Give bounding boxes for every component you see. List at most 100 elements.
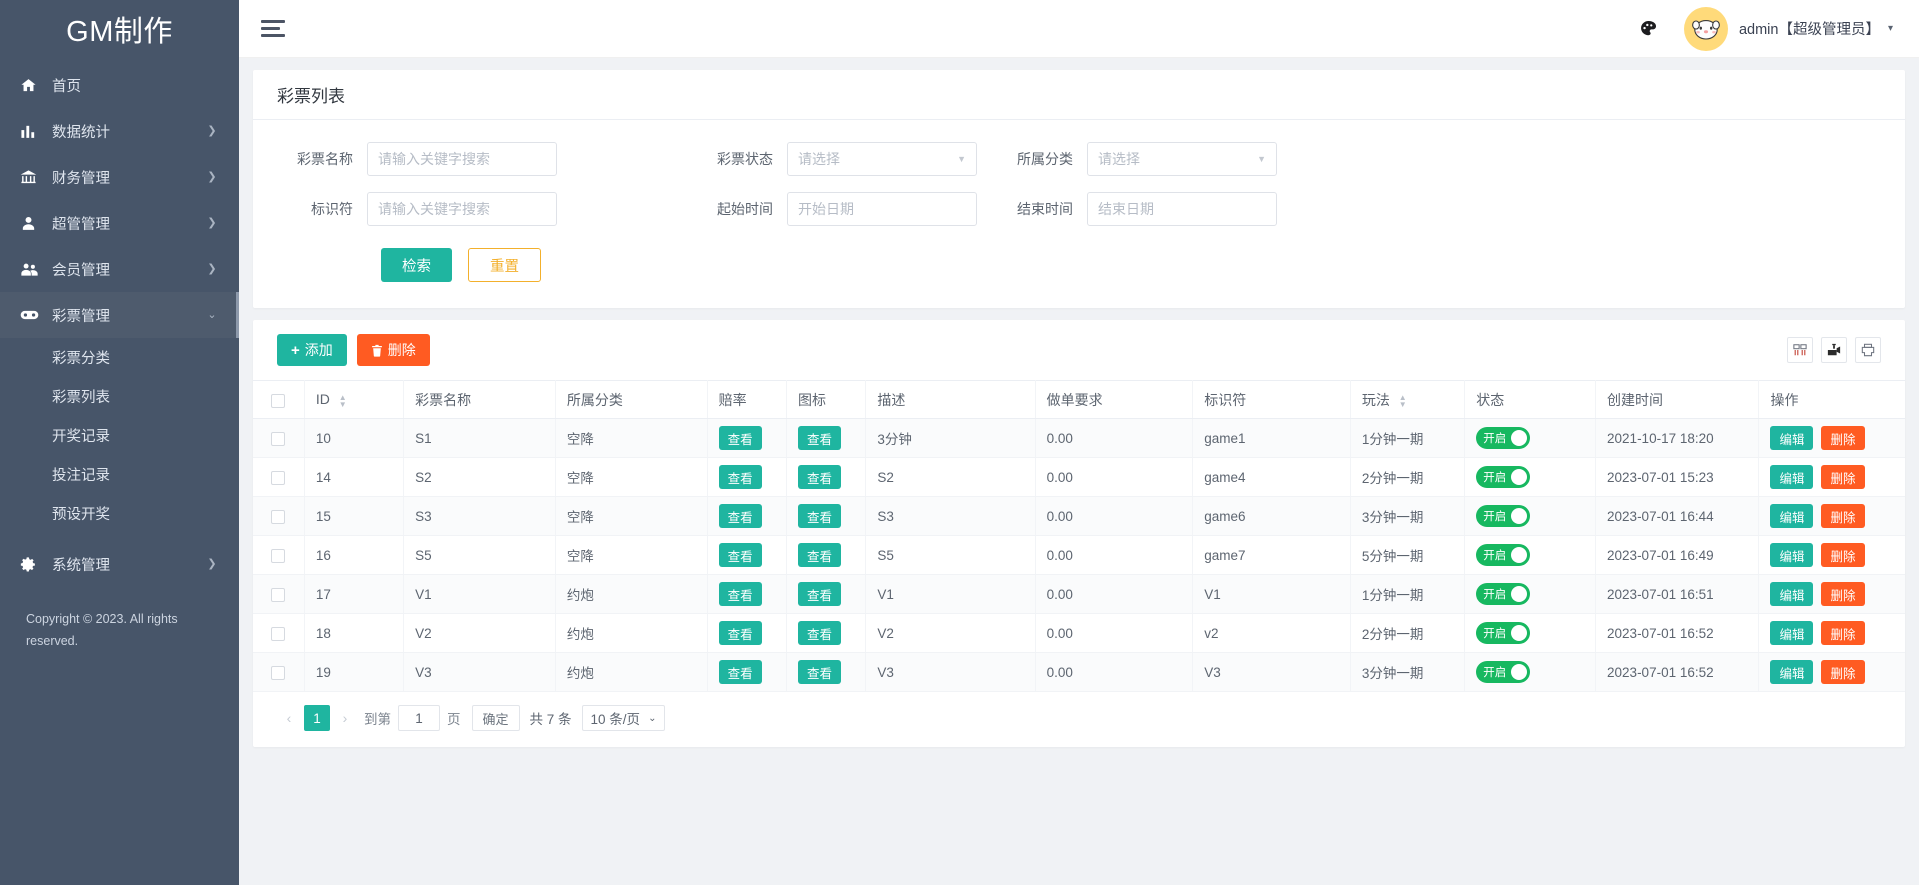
print-icon[interactable]: [1855, 337, 1881, 363]
edit-button[interactable]: 编辑: [1770, 465, 1813, 489]
status-toggle[interactable]: 开启: [1476, 505, 1530, 527]
export-icon[interactable]: [1821, 337, 1847, 363]
view-odds-button[interactable]: 查看: [719, 660, 762, 684]
status-toggle[interactable]: 开启: [1476, 466, 1530, 488]
page-number-1[interactable]: 1: [304, 705, 330, 731]
delete-button[interactable]: 删除: [1821, 465, 1864, 489]
sidebar-item-members[interactable]: 会员管理 ❯: [0, 246, 239, 292]
edit-button[interactable]: 编辑: [1770, 504, 1813, 528]
row-name: V2: [415, 626, 432, 641]
select-all-checkbox[interactable]: [271, 394, 285, 408]
add-button[interactable]: + 添加: [277, 334, 347, 366]
delete-button[interactable]: 删除: [1821, 660, 1864, 684]
prev-page-button[interactable]: ‹: [277, 706, 301, 730]
search-button[interactable]: 检索: [381, 248, 452, 282]
view-odds-button[interactable]: 查看: [719, 582, 762, 606]
field-label: 所属分类: [997, 149, 1087, 169]
lottery-status-select[interactable]: 请选择 ▼: [787, 142, 977, 176]
start-date-input[interactable]: [787, 192, 977, 226]
brand-logo[interactable]: GM制作: [0, 0, 239, 58]
identifier-input[interactable]: [367, 192, 557, 226]
reset-button[interactable]: 重置: [468, 248, 541, 282]
delete-button[interactable]: 删除: [1821, 582, 1864, 606]
category-select[interactable]: 请选择 ▼: [1087, 142, 1277, 176]
cell-created: 2023-07-01 16:52: [1596, 614, 1759, 653]
row-checkbox[interactable]: [271, 627, 285, 641]
col-play[interactable]: 玩法 ▲▼: [1350, 381, 1464, 419]
sidebar-item-statistics[interactable]: 数据统计 ❯: [0, 108, 239, 154]
view-odds-button[interactable]: 查看: [719, 426, 762, 450]
sidebar-item-lottery[interactable]: 彩票管理 ⌄: [0, 292, 239, 338]
edit-button[interactable]: 编辑: [1770, 582, 1813, 606]
table-row[interactable]: 18V2约炮查看查看V20.00v22分钟一期开启2023-07-01 16:5…: [253, 614, 1905, 653]
cell-identifier: game1: [1193, 419, 1351, 458]
sidebar-subitem-preset-draw[interactable]: 预设开奖: [0, 494, 239, 533]
cell-operations: 编辑删除: [1759, 575, 1905, 614]
view-icon-button[interactable]: 查看: [798, 426, 841, 450]
row-requirement: 0.00: [1047, 626, 1073, 641]
sort-icon[interactable]: ▲▼: [1399, 394, 1407, 408]
lottery-name-input[interactable]: [367, 142, 557, 176]
status-toggle[interactable]: 开启: [1476, 544, 1530, 566]
sidebar-subitem-lottery-list[interactable]: 彩票列表: [0, 377, 239, 416]
sidebar-item-system[interactable]: 系统管理 ❯: [0, 541, 239, 587]
status-toggle[interactable]: 开启: [1476, 661, 1530, 683]
sidebar-subitem-draw-records[interactable]: 开奖记录: [0, 416, 239, 455]
next-page-button[interactable]: ›: [333, 706, 357, 730]
user-menu[interactable]: admin【超级管理员】 ▾: [1684, 7, 1893, 51]
view-icon-button[interactable]: 查看: [798, 504, 841, 528]
row-checkbox[interactable]: [271, 471, 285, 485]
edit-button[interactable]: 编辑: [1770, 660, 1813, 684]
edit-button[interactable]: 编辑: [1770, 621, 1813, 645]
row-checkbox[interactable]: [271, 432, 285, 446]
page-size-select[interactable]: 10 条/页 ⌄: [582, 705, 666, 731]
status-toggle-knob: [1511, 508, 1527, 524]
end-date-input[interactable]: [1087, 192, 1277, 226]
cell-id: 18: [304, 614, 403, 653]
view-odds-button[interactable]: 查看: [719, 504, 762, 528]
view-icon-button[interactable]: 查看: [798, 582, 841, 606]
delete-button[interactable]: 删除: [1821, 426, 1864, 450]
view-odds-button[interactable]: 查看: [719, 465, 762, 489]
view-icon-button[interactable]: 查看: [798, 660, 841, 684]
view-icon-button[interactable]: 查看: [798, 465, 841, 489]
batch-delete-button[interactable]: 删除: [357, 334, 430, 366]
status-toggle[interactable]: 开启: [1476, 622, 1530, 644]
row-checkbox[interactable]: [271, 588, 285, 602]
edit-button[interactable]: 编辑: [1770, 426, 1813, 450]
edit-button[interactable]: 编辑: [1770, 543, 1813, 567]
row-checkbox[interactable]: [271, 549, 285, 563]
sidebar-subitem-bet-records[interactable]: 投注记录: [0, 455, 239, 494]
goto-page-input[interactable]: [398, 705, 440, 731]
sort-icon[interactable]: ▲▼: [339, 394, 347, 408]
table-row[interactable]: 17V1约炮查看查看V10.00V11分钟一期开启2023-07-01 16:5…: [253, 575, 1905, 614]
view-odds-button[interactable]: 查看: [719, 621, 762, 645]
view-icon-button[interactable]: 查看: [798, 621, 841, 645]
status-toggle[interactable]: 开启: [1476, 583, 1530, 605]
sidebar-subitem-lottery-category[interactable]: 彩票分类: [0, 338, 239, 377]
view-odds-button[interactable]: 查看: [719, 543, 762, 567]
table-row[interactable]: 14S2空降查看查看S20.00game42分钟一期开启2023-07-01 1…: [253, 458, 1905, 497]
user-icon: [20, 215, 46, 232]
row-checkbox[interactable]: [271, 510, 285, 524]
col-id[interactable]: ID ▲▼: [304, 381, 403, 419]
table-row[interactable]: 10S1空降查看查看3分钟0.00game11分钟一期开启2021-10-17 …: [253, 419, 1905, 458]
row-checkbox[interactable]: [271, 666, 285, 680]
delete-button[interactable]: 删除: [1821, 504, 1864, 528]
table-row[interactable]: 19V3约炮查看查看V30.00V33分钟一期开启2023-07-01 16:5…: [253, 653, 1905, 692]
sidebar-item-admin[interactable]: 超管管理 ❯: [0, 200, 239, 246]
hamburger-icon[interactable]: [259, 12, 289, 45]
delete-button[interactable]: 删除: [1821, 543, 1864, 567]
status-toggle[interactable]: 开启: [1476, 427, 1530, 449]
sidebar-item-home[interactable]: 首页: [0, 62, 239, 108]
view-icon-button[interactable]: 查看: [798, 543, 841, 567]
sidebar-item-finance[interactable]: 财务管理 ❯: [0, 154, 239, 200]
table-row[interactable]: 15S3空降查看查看S30.00game63分钟一期开启2023-07-01 1…: [253, 497, 1905, 536]
delete-button[interactable]: 删除: [1821, 621, 1864, 645]
table-row[interactable]: 16S5空降查看查看S50.00game75分钟一期开启2023-07-01 1…: [253, 536, 1905, 575]
search-card: 彩票列表 彩票名称 彩票状态: [253, 70, 1905, 308]
columns-icon[interactable]: [1787, 337, 1813, 363]
goto-confirm-button[interactable]: 确定: [472, 705, 520, 731]
user-name: admin【超级管理员】: [1739, 18, 1880, 39]
palette-icon[interactable]: [1639, 19, 1658, 38]
